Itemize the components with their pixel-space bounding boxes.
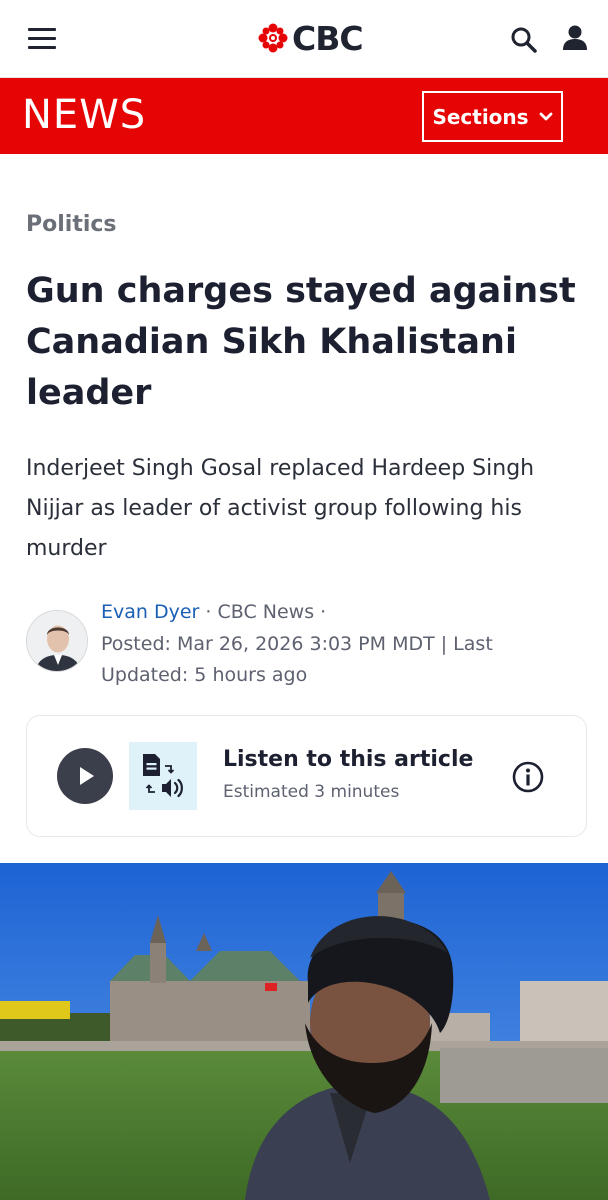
listen-title: Listen to this article bbox=[223, 747, 474, 772]
headline-line: Gun charges stayed against bbox=[26, 271, 576, 311]
headline-line: leader bbox=[26, 373, 152, 413]
article-category[interactable]: Politics bbox=[26, 212, 117, 237]
dek-line: Nijjar as leader of activist group follo… bbox=[26, 496, 522, 521]
play-icon[interactable] bbox=[57, 748, 113, 804]
hero-photo[interactable] bbox=[0, 863, 608, 1200]
sections-button[interactable]: Sections bbox=[422, 91, 563, 142]
info-icon[interactable] bbox=[511, 760, 545, 794]
article-byline: Evan Dyer · CBC News · Posted: Mar 26, 2… bbox=[101, 597, 571, 692]
news-section-bar: NEWS Sections bbox=[0, 78, 608, 154]
hamburger-menu-icon[interactable] bbox=[22, 22, 62, 56]
byline-line-1: Evan Dyer · CBC News · bbox=[101, 597, 571, 629]
dek-line: Inderjeet Singh Gosal replaced Hardeep S… bbox=[26, 456, 535, 481]
byline-outlet: · CBC News · bbox=[199, 601, 327, 623]
listen-duration: Estimated 3 minutes bbox=[223, 782, 400, 802]
listen-to-article-card: Listen to this article Estimated 3 minut… bbox=[26, 715, 587, 837]
chevron-down-icon bbox=[539, 112, 552, 120]
cbc-gem-icon bbox=[258, 23, 288, 53]
updated-timestamp: Updated: 5 hours ago bbox=[101, 664, 308, 686]
article-dek: Inderjeet Singh Gosal replaced Hardeep S… bbox=[26, 449, 586, 569]
dek-line: murder bbox=[26, 536, 107, 561]
author-link[interactable]: Evan Dyer bbox=[101, 601, 199, 623]
top-navigation-bar: CBC bbox=[0, 0, 608, 78]
news-label[interactable]: NEWS bbox=[22, 92, 146, 138]
text-to-speech-icon bbox=[129, 742, 197, 810]
sections-label: Sections bbox=[432, 104, 529, 129]
posted-timestamp: Posted: Mar 26, 2026 3:03 PM MDT | Last bbox=[101, 632, 493, 655]
account-icon[interactable] bbox=[556, 20, 594, 58]
author-avatar[interactable] bbox=[26, 610, 88, 672]
search-icon[interactable] bbox=[506, 22, 542, 58]
headline-line: Canadian Sikh Khalistani bbox=[26, 322, 517, 362]
article-headline: Gun charges stayed against Canadian Sikh… bbox=[26, 266, 586, 419]
logo-text: CBC bbox=[292, 18, 364, 58]
cbc-logo[interactable]: CBC bbox=[258, 18, 364, 58]
